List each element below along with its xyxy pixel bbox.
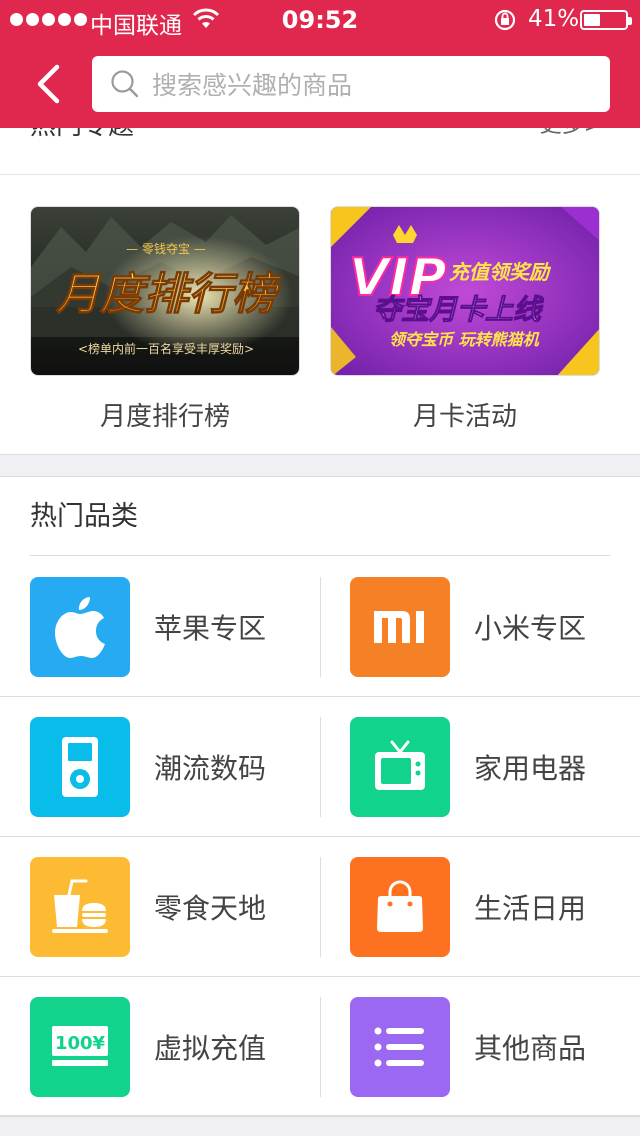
category-row: 潮流数码 家用电器 bbox=[0, 697, 640, 837]
category-row: 100¥ 虚拟充值 其他商品 bbox=[0, 977, 640, 1117]
category-label: 潮流数码 bbox=[154, 752, 267, 785]
apple-icon bbox=[55, 597, 105, 658]
category-icon-tile bbox=[30, 717, 130, 817]
scroll-content[interactable]: 热门专题 更多> bbox=[0, 128, 640, 1136]
category-row: 零食天地 生活日用 bbox=[0, 837, 640, 977]
topic-caption: 月度排行榜 bbox=[99, 402, 230, 432]
snack-icon bbox=[52, 879, 108, 933]
topic-monthly-card[interactable]: VIP 充值领奖励 夺宝月卡上线 领夺宝币 玩转熊猫机 月卡活动 bbox=[330, 206, 600, 433]
topic-caption: 月卡活动 bbox=[412, 402, 517, 432]
category-digital[interactable]: 潮流数码 bbox=[30, 717, 266, 817]
category-virtual-recharge[interactable]: 100¥ 虚拟充值 bbox=[30, 997, 266, 1097]
category-label: 零食天地 bbox=[154, 892, 267, 925]
more-link[interactable]: 更多> bbox=[540, 128, 602, 148]
recharge-amount: 100¥ bbox=[55, 1033, 106, 1054]
topic-monthly-ranking[interactable]: — 零钱夺宝 — 月度排行榜 <榜单内前一百名享受丰厚奖励> 月度排行榜 bbox=[30, 206, 300, 433]
category-icon-tile bbox=[30, 857, 130, 957]
battery-icon bbox=[580, 10, 632, 30]
topic-banner[interactable]: VIP 充值领奖励 夺宝月卡上线 领夺宝币 玩转熊猫机 bbox=[330, 206, 600, 376]
search-icon bbox=[111, 70, 139, 98]
divider bbox=[320, 857, 321, 957]
banner-line3-text: 领夺宝币 玩转熊猫机 bbox=[389, 330, 540, 349]
category-icon-tile bbox=[350, 577, 450, 677]
tv-icon bbox=[375, 740, 425, 790]
category-icon-tile bbox=[350, 717, 450, 817]
status-bar: 中国联通 09:52 41% bbox=[0, 0, 640, 40]
divider bbox=[320, 997, 321, 1097]
category-appliances[interactable]: 家用电器 bbox=[350, 717, 586, 817]
hot-topics-header: 热门专题 更多> bbox=[0, 128, 640, 175]
category-icon-tile bbox=[30, 577, 130, 677]
ipod-icon bbox=[62, 737, 98, 797]
search-input[interactable]: 搜索感兴趣的商品 bbox=[92, 56, 610, 112]
banner-title-text: 月度排行榜 bbox=[55, 269, 282, 320]
category-snacks[interactable]: 零食天地 bbox=[30, 857, 266, 957]
hot-categories-section: 热门品类 苹果专区 小米专区 潮流数码 家用电器 零食天地 生活日用 100¥ … bbox=[0, 476, 640, 1117]
orientation-lock-icon bbox=[493, 8, 517, 38]
category-daily-use[interactable]: 生活日用 bbox=[350, 857, 586, 957]
section-title: 热门专题 bbox=[30, 128, 134, 148]
mi-icon bbox=[374, 611, 424, 643]
category-label: 虚拟充值 bbox=[154, 1032, 267, 1065]
recharge-card-icon: 100¥ bbox=[52, 1026, 108, 1066]
banner-sub-text: <榜单内前一百名享受丰厚奖励> bbox=[78, 341, 254, 356]
banner-line2-text: 夺宝月卡上线 bbox=[373, 293, 544, 326]
app-header: 中国联通 09:52 41% 搜索感兴趣的商品 bbox=[0, 0, 640, 128]
shopping-bag-icon bbox=[377, 880, 423, 932]
category-icon-tile bbox=[350, 997, 450, 1097]
divider bbox=[320, 577, 321, 677]
battery-percent: 41% bbox=[528, 6, 580, 32]
divider bbox=[320, 717, 321, 817]
category-others[interactable]: 其他商品 bbox=[350, 997, 586, 1097]
category-label: 苹果专区 bbox=[154, 612, 267, 645]
hot-categories-header: 热门品类 bbox=[30, 477, 610, 556]
section-title: 热门品类 bbox=[30, 501, 138, 532]
category-label: 家用电器 bbox=[474, 752, 587, 785]
chevron-left-icon bbox=[37, 64, 60, 104]
category-row: 苹果专区 小米专区 bbox=[0, 557, 640, 697]
category-label: 小米专区 bbox=[474, 612, 587, 645]
category-xiaomi[interactable]: 小米专区 bbox=[350, 577, 586, 677]
back-button[interactable] bbox=[20, 56, 76, 112]
category-icon-tile bbox=[350, 857, 450, 957]
category-label: 生活日用 bbox=[474, 892, 587, 925]
hot-topics-section: 热门专题 更多> bbox=[0, 128, 640, 455]
category-apple[interactable]: 苹果专区 bbox=[30, 577, 266, 677]
banner-line1-text: 充值领奖励 bbox=[449, 260, 552, 284]
list-icon bbox=[374, 1027, 424, 1067]
category-label: 其他商品 bbox=[474, 1032, 587, 1065]
search-placeholder: 搜索感兴趣的商品 bbox=[152, 71, 353, 100]
category-icon-tile: 100¥ bbox=[30, 997, 130, 1097]
topic-banner[interactable]: — 零钱夺宝 — 月度排行榜 <榜单内前一百名享受丰厚奖励> bbox=[30, 206, 300, 376]
banner-top-text: — 零钱夺宝 — bbox=[126, 241, 206, 256]
